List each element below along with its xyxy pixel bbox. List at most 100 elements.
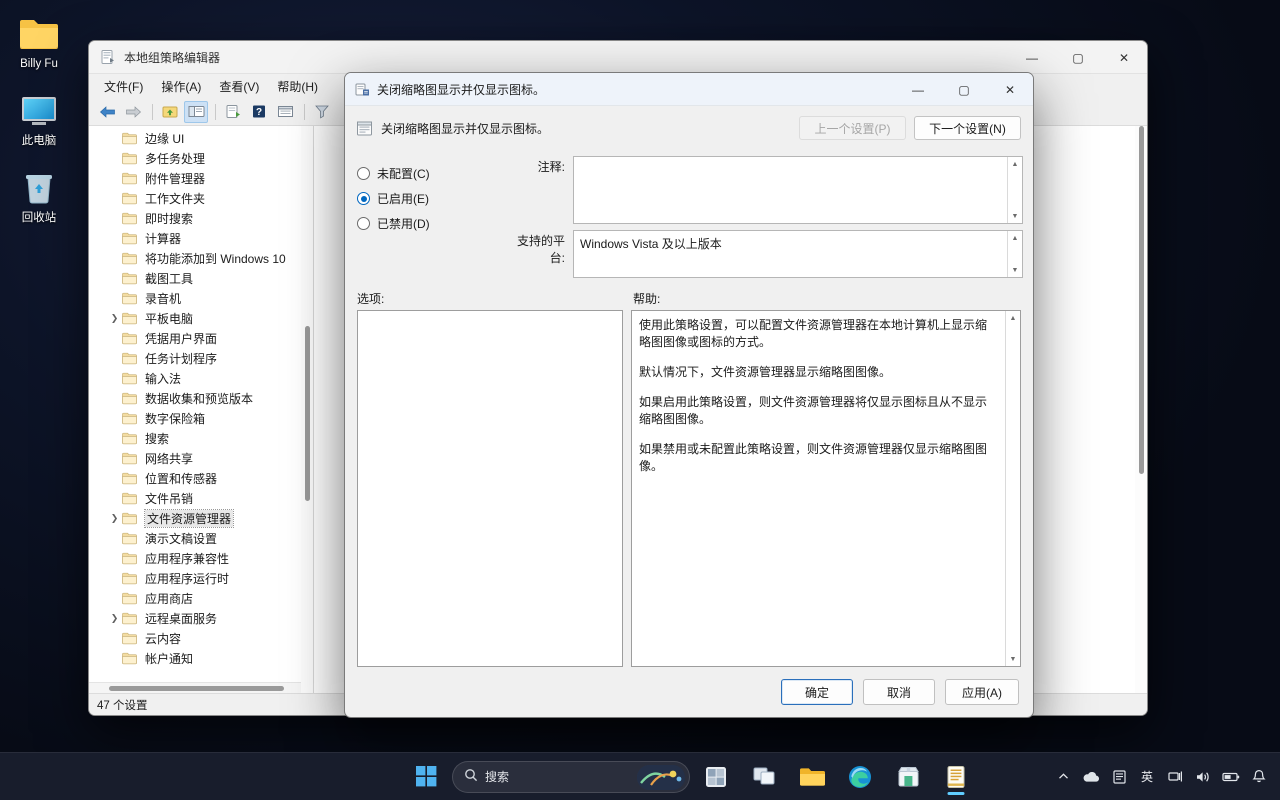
radio-not-configured[interactable]: 未配置(C) — [357, 161, 505, 186]
tree-node[interactable]: 凭据用户界面 — [89, 328, 301, 348]
next-setting-button[interactable]: 下一个设置(N) — [914, 116, 1021, 140]
chevron-right-icon[interactable]: ❯ — [109, 313, 120, 324]
tree-node[interactable]: 即时搜索 — [89, 208, 301, 228]
dialog-minimize-button[interactable]: — — [895, 73, 941, 106]
tree-node[interactable]: ❯远程桌面服务 — [89, 608, 301, 628]
filter-icon[interactable] — [310, 101, 334, 123]
tree-node[interactable]: 录音机 — [89, 288, 301, 308]
desktop-icon-recycle-bin[interactable]: 回收站 — [0, 162, 78, 229]
show-hide-tree-icon[interactable] — [184, 101, 208, 123]
start-button[interactable] — [404, 757, 448, 797]
edge-browser-icon[interactable] — [838, 757, 882, 797]
help-scrollbar[interactable]: ▲ ▼ — [1005, 311, 1020, 666]
close-button[interactable]: ✕ — [1101, 41, 1147, 74]
group-policy-editor-icon[interactable] — [934, 757, 978, 797]
scroll-up-arrow-icon[interactable]: ▲ — [1006, 311, 1020, 325]
network-icon[interactable] — [1162, 761, 1188, 793]
menu-item-action[interactable]: 操作(A) — [152, 75, 210, 98]
supported-platform-value[interactable]: Windows Vista 及以上版本 ▲ ▼ — [573, 230, 1023, 278]
tree-node[interactable]: 数据收集和预览版本 — [89, 388, 301, 408]
tree-node[interactable]: 网络共享 — [89, 448, 301, 468]
desktop-icon-billy-fu[interactable]: Billy Fu — [0, 8, 78, 75]
policy-state-radio-group[interactable]: 未配置(C) 已启用(E) 已禁用(D) — [357, 156, 505, 288]
notifications-bell-icon[interactable] — [1246, 761, 1272, 793]
tree-node[interactable]: 帐户通知 — [89, 648, 301, 668]
up-folder-icon[interactable] — [158, 101, 182, 123]
tree-node[interactable]: 计算器 — [89, 228, 301, 248]
tree-node[interactable]: 多任务处理 — [89, 148, 301, 168]
tree-node[interactable]: 附件管理器 — [89, 168, 301, 188]
tree-horizontal-scrollbar[interactable] — [89, 682, 301, 693]
back-arrow-icon[interactable] — [95, 101, 119, 123]
scrollbar-thumb[interactable] — [1139, 126, 1144, 474]
export-list-icon[interactable] — [221, 101, 245, 123]
chevron-right-icon[interactable]: ❯ — [109, 613, 120, 624]
menu-item-help[interactable]: 帮助(H) — [268, 75, 327, 98]
widgets-icon[interactable] — [694, 757, 738, 797]
minimize-button[interactable]: — — [1009, 41, 1055, 74]
tree-node[interactable]: 数字保险箱 — [89, 408, 301, 428]
file-explorer-icon[interactable] — [790, 757, 834, 797]
policy-setting-dialog[interactable]: 关闭缩略图显示并仅显示图标。 — ▢ ✕ 关闭缩略图显示并仅显示图标。 上一个设… — [344, 72, 1034, 718]
scrollbar-thumb[interactable] — [109, 686, 284, 691]
apply-button[interactable]: 应用(A) — [945, 679, 1019, 705]
tree-node[interactable]: 位置和传感器 — [89, 468, 301, 488]
task-view-icon[interactable] — [742, 757, 786, 797]
tree-node[interactable]: 演示文稿设置 — [89, 528, 301, 548]
options-panel[interactable] — [357, 310, 623, 667]
list-vertical-scrollbar[interactable] — [1135, 126, 1147, 693]
tree-vertical-scrollbar[interactable] — [301, 126, 313, 693]
help-panel[interactable]: 使用此策略设置，可以配置文件资源管理器在本地计算机上显示缩略图图像或图标的方式。… — [631, 310, 1021, 667]
tree-node[interactable]: 任务计划程序 — [89, 348, 301, 368]
show-hidden-icons-chevron[interactable] — [1050, 761, 1076, 793]
onedrive-icon[interactable] — [1078, 761, 1104, 793]
tree-node[interactable]: ❯平板电脑 — [89, 308, 301, 328]
ime-indicator[interactable]: 英 — [1134, 761, 1160, 793]
menu-item-file[interactable]: 文件(F) — [95, 75, 152, 98]
radio-enabled[interactable]: 已启用(E) — [357, 186, 505, 211]
forward-arrow-icon[interactable] — [121, 101, 145, 123]
scroll-down-arrow-icon[interactable]: ▼ — [1008, 263, 1022, 277]
comment-input[interactable]: ▲ ▼ — [573, 156, 1023, 224]
taskbar-search-box[interactable]: 搜索 — [452, 761, 690, 793]
cancel-button[interactable]: 取消 — [863, 679, 935, 705]
microsoft-store-icon[interactable] — [886, 757, 930, 797]
desktop-icon-this-pc[interactable]: 此电脑 — [0, 85, 78, 152]
previous-setting-button[interactable]: 上一个设置(P) — [799, 116, 906, 140]
scroll-up-arrow-icon[interactable]: ▲ — [1008, 231, 1022, 245]
battery-icon[interactable] — [1218, 761, 1244, 793]
taskbar[interactable]: 搜索 — [0, 752, 1280, 800]
dialog-maximize-button[interactable]: ▢ — [941, 73, 987, 106]
desktop[interactable]: Billy Fu 此电脑 — [0, 0, 1280, 800]
tree-node[interactable]: 应用程序兼容性 — [89, 548, 301, 568]
tree-node[interactable]: 应用程序运行时 — [89, 568, 301, 588]
tree-node[interactable]: ❯文件资源管理器 — [89, 508, 301, 528]
policy-tree-pane[interactable]: 边缘 UI多任务处理附件管理器工作文件夹即时搜索计算器将功能添加到 Window… — [89, 126, 314, 693]
tree-node[interactable]: 搜索 — [89, 428, 301, 448]
scroll-down-arrow-icon[interactable]: ▼ — [1006, 652, 1020, 666]
tree-node[interactable]: 云内容 — [89, 628, 301, 648]
platform-scrollbar[interactable]: ▲ ▼ — [1007, 231, 1022, 277]
chevron-right-icon[interactable]: ❯ — [109, 513, 120, 524]
help-icon[interactable]: ? — [247, 101, 271, 123]
properties-icon[interactable] — [273, 101, 297, 123]
tray-app-icon[interactable] — [1106, 761, 1132, 793]
tree-node[interactable]: 将功能添加到 Windows 10 — [89, 248, 301, 268]
scrollbar-thumb[interactable] — [305, 326, 310, 501]
volume-icon[interactable] — [1190, 761, 1216, 793]
tree-node[interactable]: 应用商店 — [89, 588, 301, 608]
tree-node[interactable]: 边缘 UI — [89, 128, 301, 148]
comment-field-row: 注释: ▲ ▼ — [505, 156, 1023, 224]
tree-node[interactable]: 截图工具 — [89, 268, 301, 288]
dialog-close-button[interactable]: ✕ — [987, 73, 1033, 106]
comment-scrollbar[interactable]: ▲ ▼ — [1007, 157, 1022, 223]
ok-button[interactable]: 确定 — [781, 679, 853, 705]
scroll-up-arrow-icon[interactable]: ▲ — [1008, 157, 1022, 171]
tree-node[interactable]: 文件吊销 — [89, 488, 301, 508]
scroll-down-arrow-icon[interactable]: ▼ — [1008, 209, 1022, 223]
radio-disabled[interactable]: 已禁用(D) — [357, 211, 505, 236]
tree-node[interactable]: 输入法 — [89, 368, 301, 388]
maximize-button[interactable]: ▢ — [1055, 41, 1101, 74]
menu-item-view[interactable]: 查看(V) — [210, 75, 268, 98]
tree-node[interactable]: 工作文件夹 — [89, 188, 301, 208]
